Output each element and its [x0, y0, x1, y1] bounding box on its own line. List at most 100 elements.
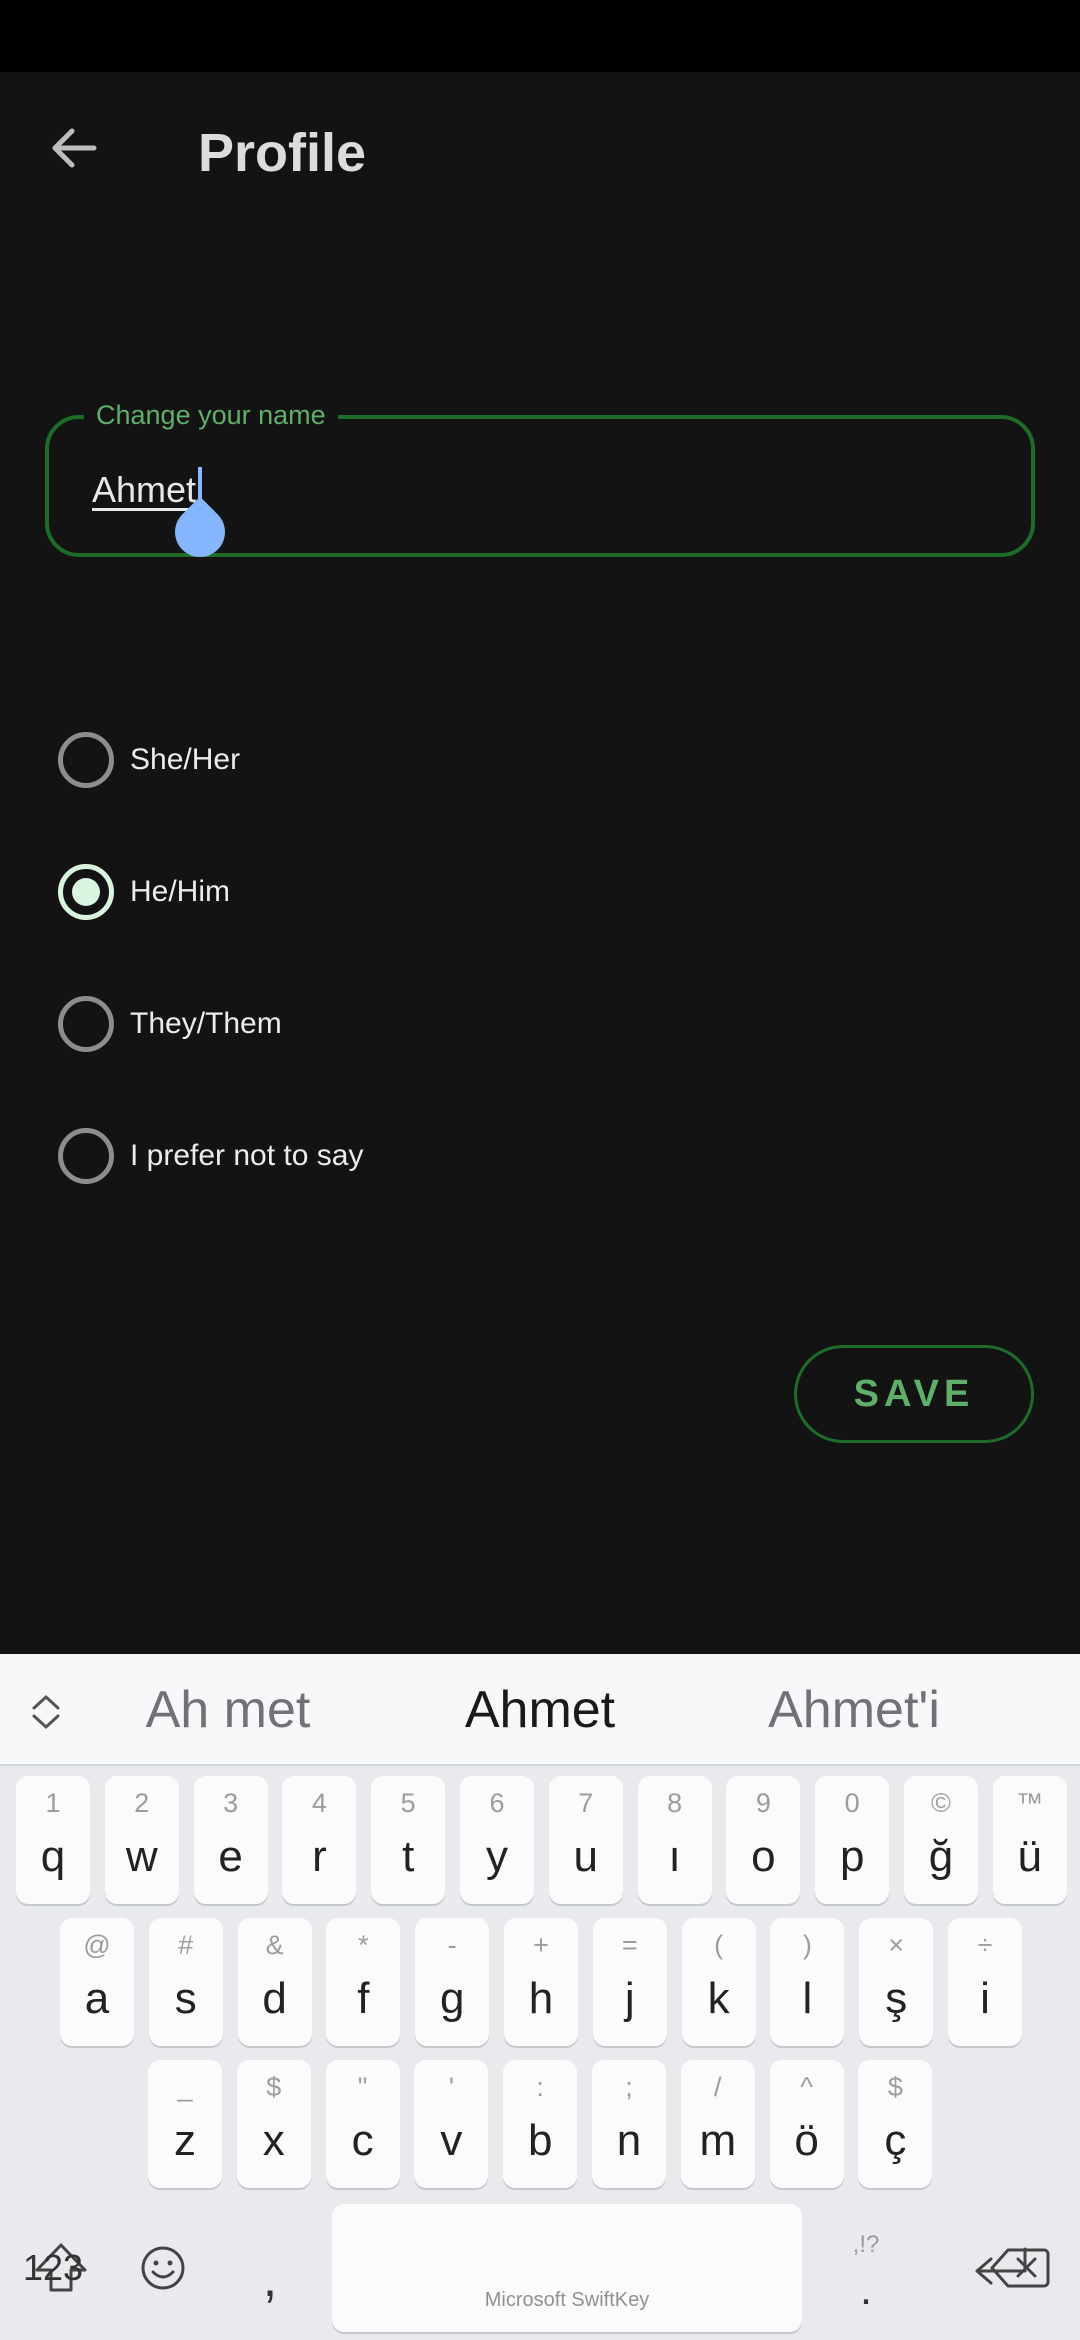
key-f[interactable]: * f	[326, 1918, 401, 2046]
key-hint: 3	[223, 1788, 239, 1818]
key-hint: &	[265, 1930, 284, 1960]
key-ü[interactable]: ™ ü	[992, 1776, 1067, 1904]
key-p[interactable]: 0p	[815, 1776, 890, 1904]
key-t[interactable]: 5t	[371, 1776, 446, 1904]
key-hint: (	[714, 1930, 724, 1960]
key-hint: 5	[400, 1788, 416, 1818]
key-label: e	[218, 1832, 243, 1881]
key-j[interactable]: = j	[592, 1918, 667, 2046]
name-input[interactable]: Ahmet	[92, 469, 196, 511]
radio-label: He/Him	[130, 875, 231, 908]
emoji-key[interactable]	[130, 2232, 196, 2304]
key-y[interactable]: 6y	[460, 1776, 534, 1904]
radio-she-her[interactable]: She/Her	[58, 720, 758, 800]
app-bar: Profile	[0, 72, 1080, 232]
key-label: k	[707, 1974, 730, 2023]
suggestion-left[interactable]: Ah met	[78, 1680, 378, 1740]
key-ç[interactable]: $ ç	[858, 2060, 933, 2188]
key-label: ı	[668, 1832, 681, 1881]
key-o[interactable]: 9o	[726, 1776, 801, 1904]
key-i[interactable]: ÷ i	[948, 1918, 1022, 2046]
key-hint: $	[266, 2072, 282, 2102]
key-ş[interactable]: × ş	[859, 1918, 934, 2046]
key-q[interactable]: 1q	[16, 1776, 90, 1904]
key-label: ş	[885, 1974, 908, 2023]
key-g[interactable]: -g	[415, 1918, 490, 2046]
key-hint: )	[802, 1930, 812, 1960]
key-hint: 0	[844, 1788, 860, 1818]
emoji-icon	[141, 2246, 185, 2290]
key-label: r	[312, 1832, 327, 1881]
key-n[interactable]: ; n	[592, 2060, 666, 2188]
key-ö[interactable]: ^ ö	[769, 2060, 844, 2188]
period-key[interactable]: ,!? .	[836, 2214, 896, 2332]
radio-they-them[interactable]: They/Them	[58, 984, 758, 1064]
key-hint: 6	[489, 1788, 505, 1818]
back-button[interactable]	[38, 112, 110, 184]
radio-prefer-not-to-say[interactable]: I prefer not to say	[58, 1116, 758, 1196]
suggestion-center[interactable]: Ahmet	[390, 1680, 690, 1740]
name-field-label: Change your name	[84, 395, 338, 435]
key-hint: 4	[311, 1788, 327, 1818]
key-v[interactable]: ' v	[414, 2060, 489, 2188]
key-a[interactable]: @ a	[60, 1918, 134, 2046]
key-hint: 8	[667, 1788, 683, 1818]
key-label: f	[357, 1974, 370, 2023]
key-label: u	[573, 1832, 599, 1881]
key-d[interactable]: & d	[237, 1918, 312, 2046]
radio-button[interactable]	[58, 996, 114, 1052]
key-h[interactable]: + h	[504, 1918, 578, 2046]
comma-key[interactable]: ,	[240, 2234, 300, 2324]
key-hint: *	[358, 1930, 369, 1960]
key-label: h	[528, 1974, 554, 2023]
suggestion-right[interactable]: Ahmet'i	[704, 1680, 1004, 1740]
suggestion-bar: Ah met Ahmet Ahmet'i	[0, 1654, 1080, 1766]
radio-label: They/Them	[130, 1007, 282, 1040]
key-label: ü	[1017, 1832, 1043, 1881]
key-label: x	[262, 2116, 285, 2165]
key-hint: ™	[1016, 1788, 1044, 1818]
radio-he-him[interactable]: He/Him	[58, 852, 758, 932]
key-s[interactable]: # s	[148, 1918, 223, 2046]
key-hint: =	[621, 1930, 638, 1960]
key-label: p	[839, 1832, 865, 1881]
key-label: j	[624, 1974, 635, 2023]
space-key[interactable]: Microsoft SwiftKey	[332, 2204, 802, 2332]
radio-button[interactable]	[58, 732, 114, 788]
key-hint: 1	[45, 1788, 61, 1818]
name-field[interactable]: Change your name Ahmet	[45, 395, 1035, 568]
numbers-key[interactable]: 123	[10, 2232, 96, 2304]
key-ı[interactable]: 8ı	[637, 1776, 712, 1904]
key-label: d	[262, 1974, 287, 2023]
key-c[interactable]: " c	[325, 2060, 400, 2188]
key-hint: :	[536, 2072, 544, 2102]
key-w[interactable]: 2w	[104, 1776, 179, 1904]
radio-button[interactable]	[58, 864, 114, 920]
enter-key[interactable]	[958, 2232, 1044, 2304]
key-z[interactable]: _ z	[148, 2060, 222, 2188]
key-hint: ©	[931, 1788, 951, 1818]
key-k[interactable]: (k	[681, 1918, 756, 2046]
key-hint: ;	[625, 2072, 633, 2102]
key-hint: _	[177, 2072, 193, 2102]
save-button[interactable]: SAVE	[794, 1345, 1034, 1443]
key-l[interactable]: ) l	[770, 1918, 845, 2046]
radio-button[interactable]	[58, 1128, 114, 1184]
key-hint: -	[447, 1930, 457, 1960]
key-hint: ^	[800, 2072, 813, 2102]
key-m[interactable]: / m	[680, 2060, 755, 2188]
key-label: c	[351, 2116, 374, 2165]
key-e[interactable]: 3e	[193, 1776, 268, 1904]
expand-icon[interactable]	[28, 1692, 64, 1732]
key-ğ[interactable]: © ğ	[904, 1776, 978, 1904]
key-label: l	[802, 1974, 813, 2023]
key-r[interactable]: 4r	[282, 1776, 357, 1904]
period-label: .	[859, 2265, 873, 2314]
key-hint: 7	[578, 1788, 594, 1818]
key-b[interactable]: :b	[503, 2060, 578, 2188]
keyboard-brand: Microsoft SwiftKey	[484, 2289, 650, 2311]
key-label: m	[699, 2116, 737, 2165]
key-x[interactable]: $ x	[236, 2060, 311, 2188]
key-u[interactable]: 7u	[548, 1776, 623, 1904]
key-label: ö	[794, 2116, 819, 2165]
